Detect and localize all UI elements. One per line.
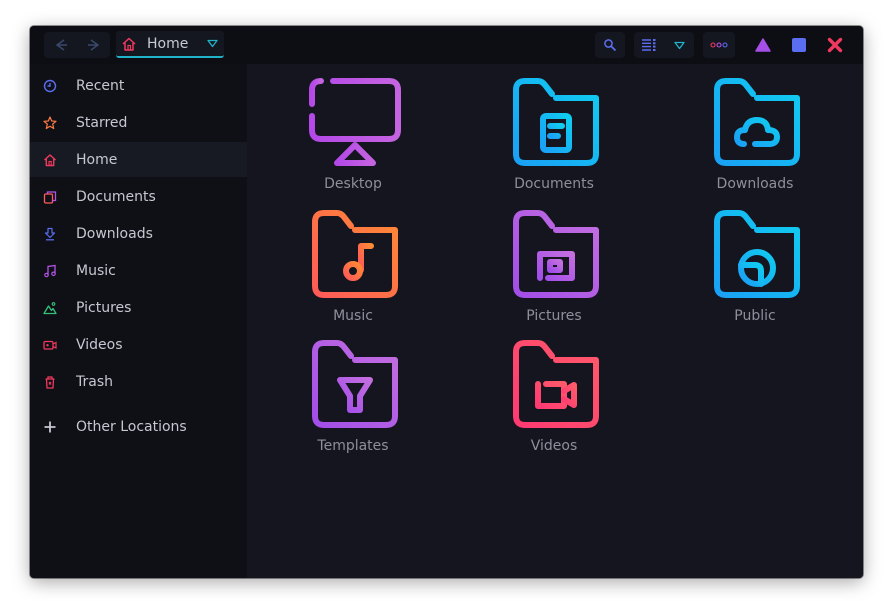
star-icon [43, 115, 57, 130]
documents-icon [43, 190, 57, 204]
folder-item-templates[interactable]: Templates [273, 340, 433, 460]
folder-item-pictures[interactable]: Pictures [474, 210, 634, 330]
video-icon [43, 338, 57, 352]
home-icon [43, 153, 57, 167]
sidebar-item-home[interactable]: Home [30, 142, 247, 177]
sidebar-item-trash[interactable]: Trash [30, 364, 247, 399]
sidebar-item-label: Home [76, 151, 118, 168]
sidebar-item-label: Other Locations [76, 418, 187, 435]
sidebar-item-videos[interactable]: Videos [30, 327, 247, 362]
folder-item-videos[interactable]: Videos [474, 340, 634, 460]
folder-name: Videos [530, 438, 578, 454]
sidebar-item-downloads[interactable]: Downloads [30, 216, 247, 251]
back-button[interactable] [44, 32, 77, 58]
folder-item-documents[interactable]: Documents [474, 78, 634, 198]
view-options [634, 32, 694, 58]
folder-name: Desktop [324, 176, 382, 192]
chevron-down-icon[interactable] [207, 39, 218, 48]
folder-name: Music [333, 308, 373, 324]
sidebar-item-label: Music [76, 262, 116, 279]
places-sidebar: Recent Starred Home Documents Downloads … [30, 64, 247, 578]
minimize-button[interactable] [755, 37, 771, 53]
list-view-icon [642, 39, 656, 51]
folder-template-icon [312, 340, 398, 428]
folder-cloud-icon [714, 78, 800, 166]
view-dropdown-button[interactable] [664, 32, 694, 58]
file-manager-window: Home Recent Starred Home Documents Downl… [30, 26, 863, 578]
folder-music-icon [312, 210, 398, 298]
folder-item-desktop[interactable]: Desktop [273, 78, 433, 198]
list-view-button[interactable] [634, 32, 664, 58]
folder-picture-icon [513, 210, 599, 298]
trash-icon [43, 375, 57, 389]
sidebar-item-label: Starred [76, 114, 128, 131]
folder-view: Desktop Documents Downloads Music Pictur… [247, 64, 863, 578]
folder-name: Pictures [526, 308, 582, 324]
sidebar-item-label: Documents [76, 188, 156, 205]
folder-video-icon [513, 340, 599, 428]
folder-document-icon [513, 78, 599, 166]
search-icon [604, 39, 617, 52]
location-label: Home [147, 35, 189, 52]
folder-item-downloads[interactable]: Downloads [675, 78, 835, 198]
music-icon [43, 264, 57, 278]
sidebar-item-label: Pictures [76, 299, 132, 316]
sidebar-item-other-locations[interactable]: Other Locations [30, 409, 247, 444]
sidebar-item-music[interactable]: Music [30, 253, 247, 288]
folder-item-music[interactable]: Music [273, 210, 433, 330]
header-bar: Home [30, 26, 863, 64]
home-icon [122, 37, 136, 51]
folder-globe-icon [714, 210, 800, 298]
plus-icon [43, 420, 57, 434]
desktop-monitor-icon [309, 78, 401, 166]
maximize-button[interactable] [791, 37, 807, 53]
chevron-down-icon [673, 41, 685, 49]
forward-arrow-icon [87, 39, 99, 51]
sidebar-item-pictures[interactable]: Pictures [30, 290, 247, 325]
forward-button[interactable] [77, 32, 110, 58]
sidebar-item-recent[interactable]: Recent [30, 68, 247, 103]
download-icon [43, 227, 57, 241]
sidebar-item-label: Downloads [76, 225, 153, 242]
more-dots-icon [710, 42, 728, 48]
sidebar-item-label: Recent [76, 77, 125, 94]
menu-button[interactable] [703, 32, 735, 58]
folder-name: Documents [514, 176, 594, 192]
sidebar-item-label: Videos [76, 336, 123, 353]
location-path-button[interactable]: Home [116, 31, 224, 58]
folder-name: Templates [317, 438, 389, 454]
search-button[interactable] [595, 32, 625, 58]
folder-name: Public [734, 308, 776, 324]
clock-icon [43, 79, 57, 93]
folder-name: Downloads [716, 176, 794, 192]
folder-item-public[interactable]: Public [675, 210, 835, 330]
close-button[interactable] [827, 37, 843, 53]
navigation-buttons [44, 32, 110, 58]
sidebar-item-starred[interactable]: Starred [30, 105, 247, 140]
sidebar-item-documents[interactable]: Documents [30, 179, 247, 214]
mountain-icon [43, 301, 57, 315]
sidebar-item-label: Trash [76, 373, 113, 390]
back-arrow-icon [55, 39, 67, 51]
